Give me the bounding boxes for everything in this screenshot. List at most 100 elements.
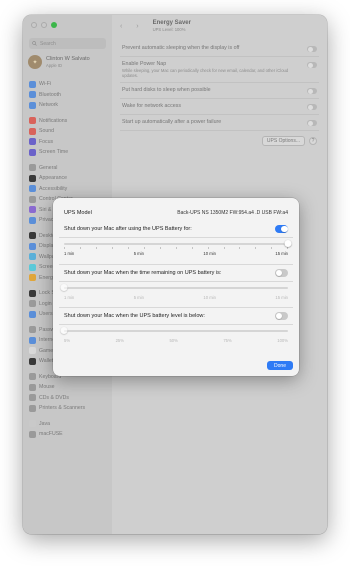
sidebar-item[interactable]: Appearance (29, 173, 109, 184)
window-controls (31, 22, 57, 28)
slider-tick-label: 10 min (203, 251, 216, 256)
sidebar-item[interactable]: Java (29, 419, 109, 430)
setting-row: Put hard disks to sleep when possible (120, 83, 319, 99)
battery-level-label: Shut down your Mac when the UPS battery … (64, 313, 205, 319)
zoom-window-button[interactable] (51, 22, 57, 28)
avatar: ✦ (28, 55, 42, 69)
slider-tick-label: 15 min (275, 295, 288, 300)
sidebar-item-label: Sound (39, 128, 55, 135)
sidebar-item[interactable]: Wi-Fi (29, 79, 109, 90)
time-remaining-toggle[interactable] (275, 269, 288, 277)
battery-icon (29, 274, 36, 282)
control-center-icon (29, 195, 36, 203)
bluetooth-icon (29, 91, 36, 99)
page-title: Energy Saver (152, 20, 191, 26)
sidebar-item-label: Wi-Fi (39, 81, 52, 88)
back-forward-buttons[interactable]: ‹ › (120, 23, 145, 30)
ups-model-value: Back-UPS NS 1350M2 FW:954.a4 .D USB FW:a… (177, 209, 288, 216)
ups-model-row: UPS Model Back-UPS NS 1350M2 FW:954.a4 .… (59, 204, 293, 221)
disc-icon (29, 394, 36, 402)
slider-tick-label: 100% (277, 338, 288, 343)
setting-label: Put hard disks to sleep when possible (122, 87, 211, 93)
sidebar-item-label: CDs & DVDs (39, 394, 69, 401)
setting-toggle[interactable] (307, 120, 317, 126)
energy-settings-panel: Prevent automatic sleeping when the disp… (120, 41, 319, 131)
dock-icon (29, 232, 36, 240)
key-icon (29, 300, 36, 308)
wifi-icon (29, 80, 36, 88)
toolbar: ‹ › Energy Saver UPS Level: 100% (112, 15, 327, 37)
sidebar-item[interactable]: Screen Time (29, 147, 109, 158)
sidebar-item-label: macFUSE (39, 431, 63, 438)
sidebar-item[interactable]: CDs & DVDs (29, 393, 109, 404)
slider-ticks (64, 247, 288, 249)
wallpaper-icon (29, 253, 36, 261)
close-window-button[interactable] (31, 22, 37, 28)
slider-tick-label: 10 min (203, 295, 216, 300)
printer-icon (29, 404, 36, 412)
ups-options-button[interactable]: UPS Options... (261, 136, 305, 146)
apple-id-account[interactable]: ✦ Clinton W Salvato Apple ID (28, 55, 90, 69)
slider-knob[interactable] (284, 240, 292, 247)
setting-label: Wake for network access (122, 103, 181, 109)
shutdown-after-toggle[interactable] (275, 225, 288, 233)
bell-icon (29, 117, 36, 125)
sidebar-item[interactable]: General (29, 163, 109, 174)
setting-label: Start up automatically after a power fai… (122, 119, 222, 125)
ups-options-sheet: UPS Model Back-UPS NS 1350M2 FW:954.a4 .… (53, 198, 299, 376)
slider-tick-labels: 1 min 5 min 10 min 15 min (64, 251, 288, 256)
slider-tick-labels: 5% 25% 50% 75% 100% (64, 338, 288, 343)
setting-row: Start up automatically after a power fai… (120, 115, 319, 131)
slider-knob[interactable] (60, 327, 68, 334)
search-placeholder: Search (40, 40, 56, 47)
battery-level-slider[interactable]: 5% 25% 50% 75% 100% (59, 325, 293, 349)
search-field[interactable]: Search (29, 38, 106, 49)
setting-toggle[interactable] (307, 46, 317, 52)
sidebar-group: Keyboard Mouse CDs & DVDs Printers & Scanne… (29, 372, 109, 414)
sidebar-item-label: Network (39, 102, 59, 109)
keyboard-icon (29, 373, 36, 381)
slider-knob[interactable] (60, 284, 68, 291)
at-icon (29, 336, 36, 344)
slider-tick-label: 75% (223, 338, 232, 343)
setting-toggle[interactable] (307, 62, 317, 68)
slider-tick-label: 5 min (133, 251, 144, 256)
minimize-window-button[interactable] (41, 22, 47, 28)
sidebar-item-label: Focus (39, 138, 54, 145)
lock-icon (29, 289, 36, 297)
sidebar-item[interactable]: Sound (29, 126, 109, 137)
sidebar-item-label: Screen Time (39, 149, 69, 156)
setting-toggle[interactable] (307, 104, 317, 110)
setting-row: Wake for network access (120, 99, 319, 115)
hourglass-icon (29, 148, 36, 156)
done-button[interactable]: Done (267, 361, 293, 370)
sidebar-item[interactable]: Accessibility (29, 184, 109, 195)
time-remaining-slider[interactable]: 1 min 5 min 10 min 15 min (59, 282, 293, 306)
battery-level-toggle[interactable] (275, 312, 288, 320)
sidebar-item-label: Printers & Scanners (39, 405, 86, 412)
password-icon (29, 326, 36, 334)
sidebar-item[interactable]: Notifications (29, 116, 109, 127)
slider-tick-label: 1 min (64, 295, 75, 300)
sidebar-item[interactable]: Bluetooth (29, 90, 109, 101)
sidebar-item-label: Appearance (39, 175, 67, 182)
slider-tick-labels: 1 min 5 min 10 min 15 min (64, 295, 288, 300)
sidebar-item-label: Java (39, 420, 50, 427)
sidebar-item[interactable]: Network (29, 100, 109, 111)
ups-model-label: UPS Model (64, 209, 92, 216)
display-icon (29, 242, 36, 250)
sidebar-group: Notifications Sound Focus Screen Time (29, 116, 109, 158)
slider-tick-label: 1 min (64, 251, 75, 256)
sidebar-item[interactable]: Mouse (29, 382, 109, 393)
setting-toggle[interactable] (307, 88, 317, 94)
sidebar-item[interactable]: Focus (29, 137, 109, 148)
siri-icon (29, 206, 36, 214)
shutdown-battery-level-section: Shut down your Mac when the UPS battery … (59, 307, 293, 349)
help-button[interactable]: ? (309, 137, 317, 145)
sidebar-item[interactable]: macFUSE (29, 429, 109, 440)
sidebar-item-label: Accessibility (39, 185, 68, 192)
globe-icon (29, 101, 36, 109)
sidebar-item[interactable]: Printers & Scanners (29, 403, 109, 414)
setting-label: Prevent automatic sleeping when the disp… (122, 45, 240, 51)
shutdown-after-slider[interactable]: 1 min 5 min 10 min 15 min (59, 238, 293, 262)
